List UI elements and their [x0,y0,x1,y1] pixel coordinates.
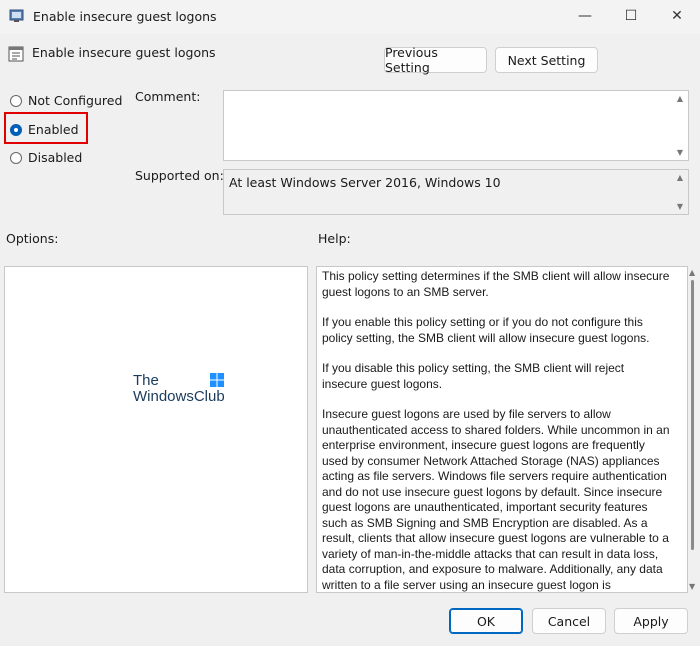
comment-label: Comment: [135,89,201,104]
title-bar: Enable insecure guest logons — ☐ ✕ [0,0,700,34]
radio-label: Disabled [28,150,83,165]
minimize-button[interactable]: — [562,0,608,32]
next-setting-button[interactable]: Next Setting [495,47,598,73]
help-paragraph: This policy setting determines if the SM… [322,269,670,299]
close-button[interactable]: ✕ [654,0,700,32]
radio-not-configured[interactable]: Not Configured [10,93,122,108]
options-panel: The WindowsClub [4,266,308,593]
options-label: Options: [6,231,59,246]
help-paragraph: If you enable this policy setting or if … [322,315,650,345]
previous-setting-button[interactable]: Previous Setting [384,45,487,75]
logo-line-2: WindowsClub [133,388,225,405]
scrollbar-thumb[interactable] [691,280,694,550]
apply-button[interactable]: Apply [614,608,688,634]
setting-heading: Enable insecure guest logons [32,45,216,60]
supported-on-field: At least Windows Server 2016, Windows 10… [223,169,689,215]
radio-label: Enabled [28,122,79,137]
scroll-down-icon[interactable]: ▼ [677,148,683,157]
help-paragraph: If you disable this policy setting, the … [322,361,625,391]
radio-label: Not Configured [28,93,123,108]
comment-textarea[interactable]: ▲ ▼ [223,90,689,161]
cancel-button[interactable]: Cancel [532,608,606,634]
help-scrollbar[interactable]: ▲ ▼ [688,266,698,593]
help-paragraph: Insecure guest logons are used by file s… [322,407,670,592]
window-title: Enable insecure guest logons [33,9,217,24]
scroll-up-icon[interactable]: ▲ [677,94,683,103]
windows-logo-icon [210,373,224,387]
radio-enabled[interactable]: Enabled [10,122,79,137]
supported-on-label: Supported on: [135,168,224,183]
help-text: This policy setting determines if the SM… [322,269,670,592]
scroll-down-icon[interactable]: ▼ [677,202,683,211]
scroll-up-icon[interactable]: ▲ [677,173,683,182]
supported-on-value: At least Windows Server 2016, Windows 10 [229,175,501,190]
radio-disabled[interactable]: Disabled [10,150,82,165]
scroll-up-icon[interactable]: ▲ [689,268,695,277]
radio-circle [10,151,22,164]
help-label: Help: [318,231,351,246]
radio-circle-checked [10,123,22,136]
help-panel[interactable]: This policy setting determines if the SM… [316,266,688,593]
ok-button[interactable]: OK [449,608,523,634]
scroll-down-icon[interactable]: ▼ [689,582,695,591]
policy-app-icon [9,9,24,22]
radio-circle [10,94,22,107]
maximize-button[interactable]: ☐ [608,0,654,32]
setting-icon [8,46,24,62]
